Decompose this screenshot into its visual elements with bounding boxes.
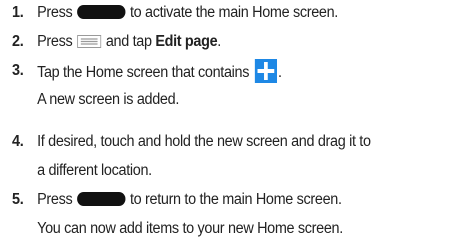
step-text-before: Press (37, 33, 73, 50)
step-text-before: Tap the Home screen that contains (37, 64, 250, 81)
add-screen-icon (254, 59, 278, 83)
step-text-after: . (277, 64, 282, 81)
step-text: Press and tap Edit page. (37, 30, 221, 54)
step-text-after: to return to the main Home screen. (129, 191, 342, 208)
step-text: If desired, touch and hold the new scree… (37, 130, 371, 183)
step-number: 4. (12, 133, 24, 150)
home-key-icon (76, 5, 126, 19)
edit-page-label: Edit page (155, 33, 218, 50)
step-number: 3. (12, 62, 24, 79)
step-text: Press to activate the main Home screen. (37, 1, 338, 25)
step-text-line-1: If desired, touch and hold the new scree… (37, 133, 371, 150)
step-number: 1. (12, 4, 24, 21)
step-text-after: to activate the main Home screen. (129, 4, 338, 21)
step-text: Press to return to the main Home screen. … (37, 188, 343, 241)
step-text-before: Press (37, 4, 73, 21)
step-result: You can now add items to your new Home s… (37, 220, 343, 237)
step-number: 2. (12, 33, 24, 50)
step-text-middle: and tap (105, 33, 152, 50)
step-text: Tap the Home screen that contains . A ne… (37, 59, 282, 112)
step-text-after: . (217, 33, 221, 50)
step-result: A new screen is added. (37, 91, 180, 108)
step-number: 5. (12, 191, 24, 208)
home-key-icon (76, 192, 126, 206)
step-text-before: Press (37, 191, 73, 208)
step-text-line-2: a different location. (37, 162, 152, 179)
menu-key-icon (76, 35, 102, 48)
